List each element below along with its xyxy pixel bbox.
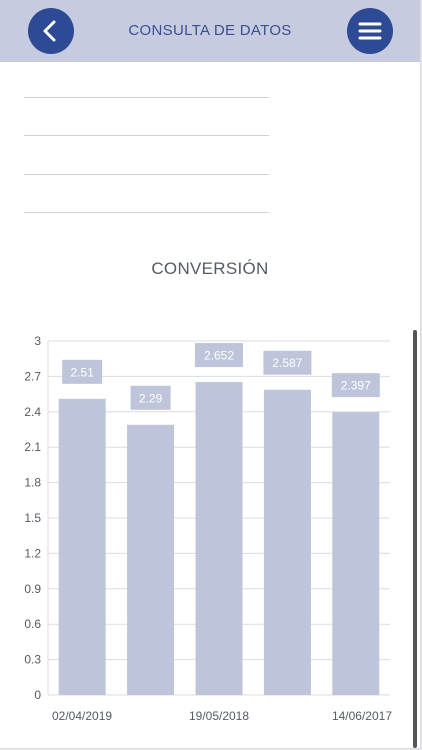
bar-value-label: 2.587 bbox=[272, 356, 302, 370]
bar-value-label: 2.29 bbox=[139, 391, 163, 405]
y-tick-label: 0.6 bbox=[24, 617, 41, 631]
y-tick-label: 2.4 bbox=[24, 405, 41, 419]
bar-value-label: 2.652 bbox=[204, 349, 234, 363]
y-tick-label: 1.5 bbox=[24, 511, 41, 525]
bar-value-label: 2.51 bbox=[71, 365, 95, 379]
bar-chart: 0 0.3 0.6 0.9 1.2 1.5 1.8 2.1 2.4 2.7 3 2.51 2.29 2.6… bbox=[24, 334, 392, 723]
y-tick-label: 1.8 bbox=[24, 476, 41, 490]
y-tick-label: 3 bbox=[34, 334, 41, 348]
y-tick-label: 1.2 bbox=[24, 546, 41, 560]
y-tick-label: 0 bbox=[34, 688, 41, 702]
y-tick-label: 2.7 bbox=[24, 369, 41, 383]
bar-value-label: 2.397 bbox=[341, 379, 371, 393]
bar bbox=[263, 389, 311, 695]
bar bbox=[195, 382, 243, 695]
app-screen: CONSULTA DE DATOS CONVERSIÓN 0 0.3 0.6 0.9 1… bbox=[0, 0, 421, 749]
bar bbox=[332, 412, 380, 695]
bar bbox=[58, 398, 106, 695]
x-tick-label: 02/04/2019 bbox=[52, 709, 112, 723]
y-tick-label: 2.1 bbox=[24, 440, 41, 454]
scrollbar[interactable] bbox=[413, 330, 417, 748]
x-tick-label: 19/05/2018 bbox=[189, 709, 249, 723]
x-tick-label: 14/06/2017 bbox=[332, 709, 392, 723]
bar bbox=[127, 424, 175, 695]
y-tick-label: 0.9 bbox=[24, 582, 41, 596]
y-tick-label: 0.3 bbox=[24, 653, 41, 667]
